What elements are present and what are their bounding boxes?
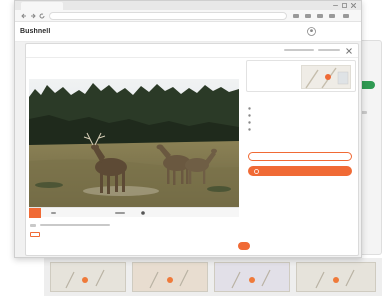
details-label	[252, 100, 282, 104]
photo-badge	[29, 208, 41, 218]
primary-action-button[interactable]	[248, 166, 352, 176]
moon-icon	[141, 211, 145, 215]
tag-icon	[30, 224, 36, 227]
trail-camera-photo[interactable]	[29, 79, 239, 207]
minimize-icon[interactable]	[333, 5, 338, 6]
photo-timestamp	[179, 211, 233, 216]
camera-name	[252, 73, 292, 78]
browser-toolbar	[15, 10, 361, 22]
browser-extension-icons[interactable]	[293, 14, 355, 19]
bullet-icon	[248, 114, 251, 117]
user-icon	[307, 27, 316, 36]
details-line	[254, 127, 314, 131]
app-header: Bushnell	[15, 22, 361, 42]
bullet-icon	[248, 121, 251, 124]
cancel-link[interactable]	[216, 244, 230, 249]
maximize-icon[interactable]	[342, 3, 347, 8]
modal-header-link[interactable]	[318, 49, 340, 51]
deer-photo	[29, 79, 239, 207]
address-bar[interactable]	[49, 12, 287, 20]
extension-icon[interactable]	[305, 14, 311, 18]
extension-icon[interactable]	[329, 14, 335, 18]
camera-map-thumbnail[interactable]	[301, 65, 351, 89]
photo-badge-label	[30, 210, 40, 215]
background-thumbnail-strip	[44, 258, 382, 296]
details-row	[248, 127, 354, 133]
details-row	[248, 120, 354, 126]
extension-icon[interactable]	[317, 14, 323, 18]
camera-section-label	[252, 67, 292, 71]
arrow-left-icon[interactable]	[21, 13, 27, 19]
tag-text	[40, 224, 110, 226]
extension-icon[interactable]	[293, 14, 299, 18]
confirm-button[interactable]	[238, 242, 250, 250]
map-pin-icon	[305, 67, 349, 89]
secondary-action-label	[279, 155, 323, 159]
share-icon	[254, 168, 259, 174]
photo-info-mark	[115, 212, 125, 214]
camera-card[interactable]	[246, 60, 356, 92]
details-line	[254, 120, 314, 124]
confirm-button-label	[240, 244, 248, 248]
photo-details-panel	[246, 60, 356, 240]
photo-tags	[30, 222, 160, 232]
photo-info-mark	[51, 212, 56, 214]
bullet-icon	[248, 107, 251, 110]
footer-note	[30, 244, 120, 249]
address-text	[74, 14, 224, 19]
menu-icon[interactable]	[343, 14, 349, 18]
details-list	[248, 100, 354, 134]
arrow-right-icon[interactable]	[30, 13, 36, 19]
secondary-action-button[interactable]	[248, 152, 352, 161]
photo-info-bar	[29, 207, 239, 218]
reload-icon[interactable]	[39, 13, 45, 19]
photo-modal	[25, 43, 359, 256]
details-row	[248, 113, 354, 119]
background-thumbnail-marks	[65, 269, 355, 289]
details-line	[254, 106, 314, 110]
browser-window-controls[interactable]	[333, 3, 357, 8]
account-label	[319, 29, 353, 34]
browser-tab-bar	[15, 1, 361, 10]
browser-tab-title	[25, 3, 57, 9]
modal-footer	[30, 241, 356, 253]
details-line	[254, 113, 314, 117]
primary-action-label	[276, 169, 324, 173]
details-row	[248, 106, 354, 112]
browser-tab[interactable]	[21, 2, 63, 10]
browser-window: Bushnell	[14, 0, 362, 258]
close-window-icon[interactable]	[351, 3, 356, 8]
brand-logo[interactable]: Bushnell	[20, 28, 50, 35]
modal-title	[36, 48, 76, 54]
account-menu[interactable]	[307, 27, 355, 37]
close-icon[interactable]	[346, 48, 352, 54]
photo-tag-chip[interactable]	[30, 232, 40, 237]
bullet-icon	[248, 128, 251, 131]
modal-header	[26, 44, 358, 58]
modal-header-link[interactable]	[284, 49, 314, 51]
